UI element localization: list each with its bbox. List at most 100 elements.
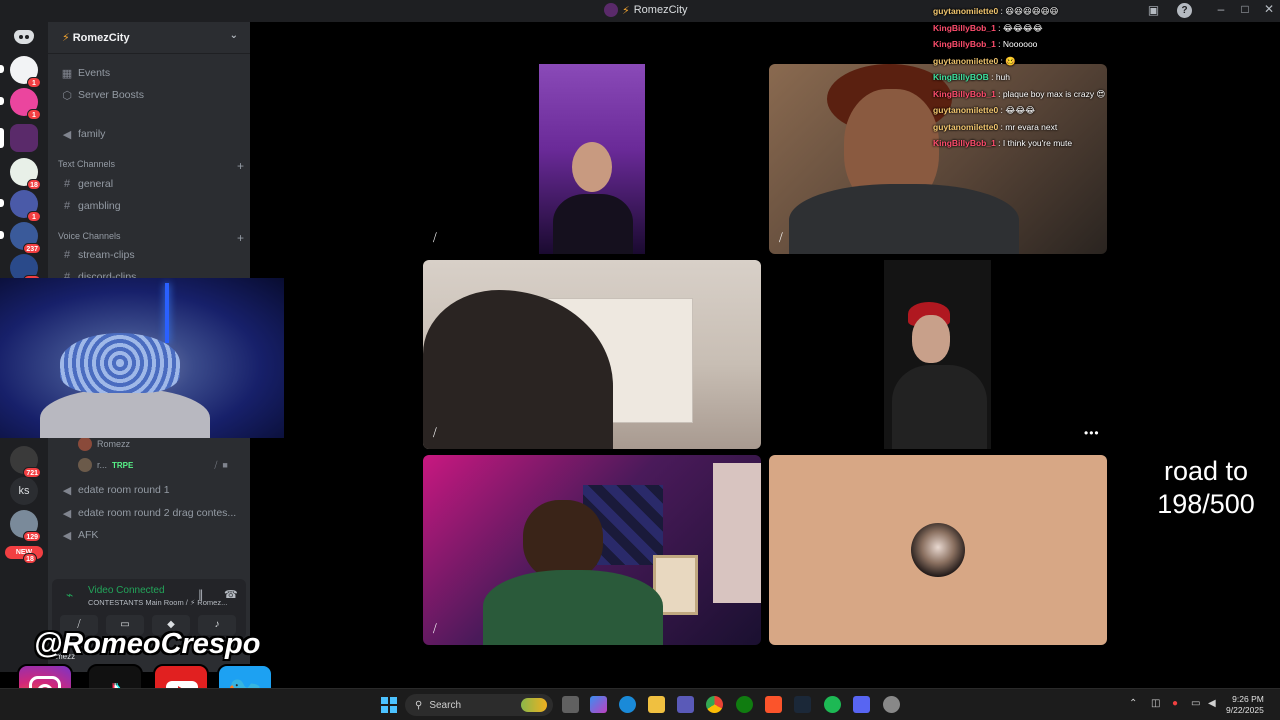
server-icon-2[interactable]: 1 — [10, 88, 41, 120]
server-icon-8[interactable]: 129 — [10, 510, 41, 542]
server-icon-4[interactable]: 1 — [10, 190, 41, 222]
add-channel-icon[interactable]: + — [237, 159, 244, 173]
noise-suppression-icon[interactable]: ∥ — [198, 588, 204, 601]
streamer-webcam — [0, 278, 284, 438]
microphone-icon[interactable]: ● — [1172, 698, 1178, 709]
search-highlight-icon — [521, 698, 547, 712]
search-placeholder: Search — [429, 699, 462, 711]
avatar — [78, 458, 92, 472]
server-icon-5[interactable]: 237 — [10, 222, 41, 254]
teams-icon[interactable] — [677, 696, 694, 713]
chat-message: KingBillyBob_1 : Noooooo — [933, 39, 1038, 49]
inbox-icon[interactable]: ▣ — [1146, 3, 1161, 18]
muted-icon: ⧸ — [433, 623, 437, 635]
body-shape — [553, 194, 633, 254]
channel-gambling[interactable]: # gambling — [58, 196, 244, 216]
network-icon[interactable]: ◫ — [1151, 698, 1160, 709]
chat-message: guytanomilette0 : mr evara next — [933, 121, 1058, 132]
muted-icon: ⧸ — [433, 427, 437, 439]
server-name: RomezCity — [72, 31, 130, 44]
goal-overlay: road to 198/500 — [1140, 455, 1272, 521]
chat-username: KingBillyBob_1 — [933, 22, 996, 33]
chat-username: guytanomilette0 — [933, 105, 999, 115]
tray-chevron-icon[interactable]: ⌃ — [1129, 698, 1137, 709]
brave-icon[interactable] — [765, 696, 782, 713]
chat-text: Noooooo — [1002, 39, 1038, 49]
discord-taskbar-icon[interactable] — [853, 696, 870, 713]
speaker-icon: ◀ — [62, 128, 72, 141]
more-options-icon[interactable]: ••• — [1084, 426, 1100, 440]
server-icon-7[interactable]: 721 — [10, 446, 41, 478]
minimize-icon[interactable]: – — [1210, 2, 1232, 16]
server-icon-9[interactable]: 18 — [14, 552, 37, 564]
voice-location[interactable]: CONTESTANTS Main Room / ⚡ Romez... — [88, 598, 227, 607]
server-icon-ks[interactable]: ks — [10, 477, 38, 505]
edge-icon[interactable] — [619, 696, 636, 713]
taskbar-clock[interactable]: 9:26 PM 9/22/2025 — [1226, 694, 1264, 716]
xbox-icon[interactable] — [736, 696, 753, 713]
video-tile-5[interactable]: ⧸ — [423, 455, 761, 645]
copilot-icon[interactable] — [590, 696, 607, 713]
channel-events[interactable]: ▦ Events — [58, 63, 244, 83]
steam-icon[interactable] — [794, 696, 811, 713]
video-tile-4[interactable] — [884, 260, 991, 449]
voice-user-r[interactable]: r... TRPE ⧸ ■ — [78, 458, 228, 472]
server-icon-1[interactable]: 1 — [10, 56, 41, 88]
chat-text: 😆😆😆😆😆😆 — [1005, 6, 1059, 16]
chat-message: KingBillyBob_1 : 😂😂😂😂 — [933, 22, 1043, 33]
chat-message: KingBillyBob_1 : plaque boy max is crazy… — [933, 88, 1106, 99]
video-tile-6[interactable] — [769, 455, 1107, 645]
voice-status[interactable]: Video Connected — [88, 585, 165, 596]
category-text-channels[interactable]: Text Channels + — [58, 159, 244, 173]
server-icon-3[interactable]: 18 — [10, 158, 41, 190]
chat-text: I think you're mute — [1002, 138, 1073, 148]
chat-username: KingBillyBob_1 — [933, 88, 996, 99]
speaker-icon: ◀ — [62, 529, 72, 542]
windows-start-icon[interactable] — [381, 697, 397, 713]
user-tag: TRPE — [112, 460, 134, 470]
obs-icon[interactable] — [883, 696, 900, 713]
server-header[interactable]: ⚡ RomezCity ⌄ — [48, 22, 250, 54]
volume-icon[interactable]: ◀ — [1208, 698, 1216, 709]
chat-message: guytanomilette0 : 😂😂😂 — [933, 105, 1036, 115]
file-explorer-icon[interactable] — [648, 696, 665, 713]
channel-afk[interactable]: ◀ AFK — [58, 525, 244, 545]
channel-label: stream-clips — [78, 249, 135, 261]
chat-text: 🥴 — [1005, 55, 1016, 66]
channel-stream-clips[interactable]: # stream-clips — [58, 245, 244, 265]
maximize-icon[interactable]: □ — [1234, 2, 1256, 16]
chat-text: 😂😂😂 — [1005, 105, 1036, 115]
channel-general[interactable]: # general — [58, 174, 244, 194]
channel-edate-round-2[interactable]: ◀ edate room round 2 drag contes... — [58, 503, 244, 523]
video-tile-3[interactable]: ⧸ — [423, 260, 761, 449]
category-voice-channels[interactable]: Voice Channels + — [58, 231, 244, 245]
channel-server-boosts[interactable]: ⬡ Server Boosts — [58, 85, 244, 105]
help-icon[interactable]: ? — [1177, 3, 1192, 18]
category-label: Text Channels — [58, 159, 116, 169]
close-icon[interactable]: ✕ — [1258, 2, 1280, 16]
chat-message: guytanomilette0 : 😆😆😆😆😆😆 — [933, 6, 1059, 16]
taskbar-search[interactable]: ⚲ Search — [405, 694, 553, 716]
channel-label: gambling — [78, 200, 121, 212]
chrome-icon[interactable] — [706, 696, 723, 713]
channel-label: edate room round 2 drag contes... — [78, 507, 237, 519]
discord-home-icon[interactable] — [14, 30, 34, 44]
add-channel-icon[interactable]: + — [237, 231, 244, 245]
channel-family[interactable]: ◀ family — [58, 124, 244, 144]
server-icon-romezcity[interactable] — [10, 124, 38, 152]
camera-icon: ■ — [222, 460, 228, 470]
display-icon[interactable]: ▭ — [1191, 698, 1200, 709]
spotify-icon[interactable] — [824, 696, 841, 713]
voice-user-romezz[interactable]: Romezz — [78, 437, 130, 451]
disconnect-icon[interactable]: ☎ — [224, 588, 238, 601]
muted-icon: ⧸ — [214, 459, 218, 470]
neon-light — [165, 283, 169, 343]
badge: 18 — [27, 179, 41, 190]
blanket-shape — [483, 570, 663, 645]
task-view-icon[interactable] — [562, 696, 579, 713]
channel-edate-round-1[interactable]: ◀ edate room round 1 — [58, 480, 244, 500]
voice-user-name: Romezz — [97, 439, 131, 449]
chat-text: plaque boy max is crazy 😍 — [1002, 88, 1106, 99]
video-tile-1[interactable] — [539, 64, 645, 254]
channel-label: Events — [78, 67, 111, 79]
